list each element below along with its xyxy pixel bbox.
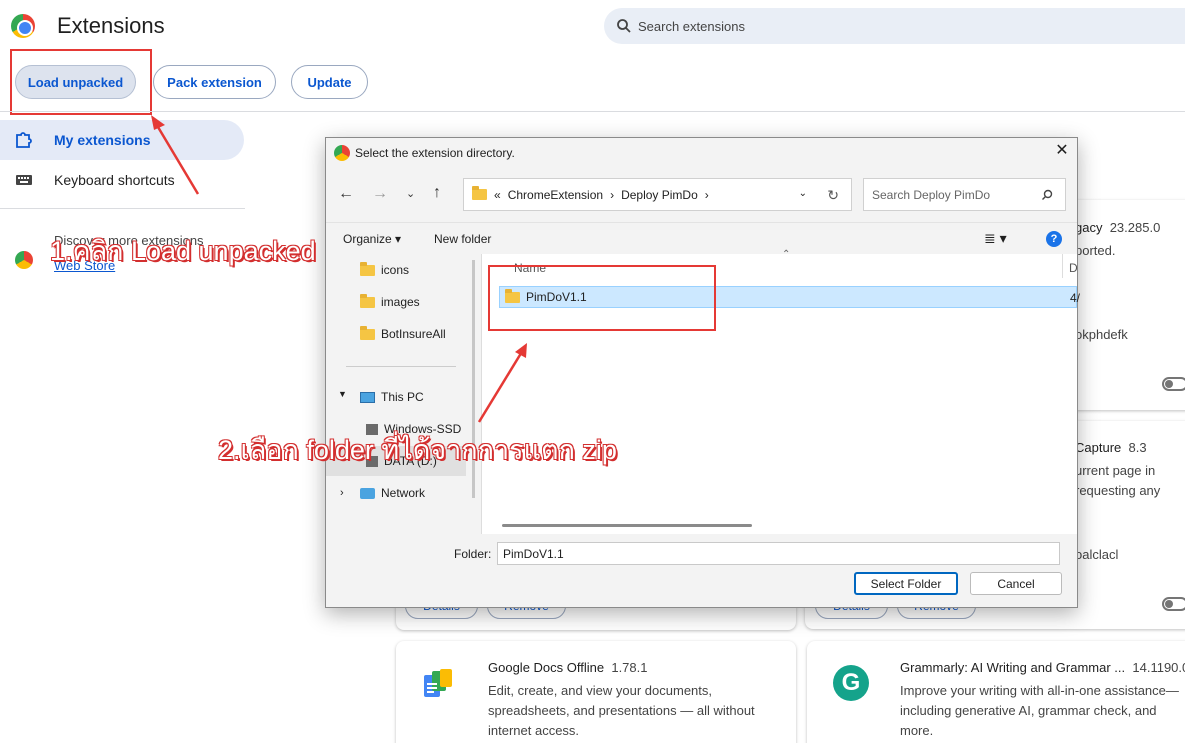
- annotation-arrows: [151, 115, 527, 423]
- annotation-step2: 2.เลือก folder ที่ได้จากการแตก zip: [218, 435, 617, 465]
- annotation-step1: 1.คลิก Load unpacked: [50, 236, 316, 266]
